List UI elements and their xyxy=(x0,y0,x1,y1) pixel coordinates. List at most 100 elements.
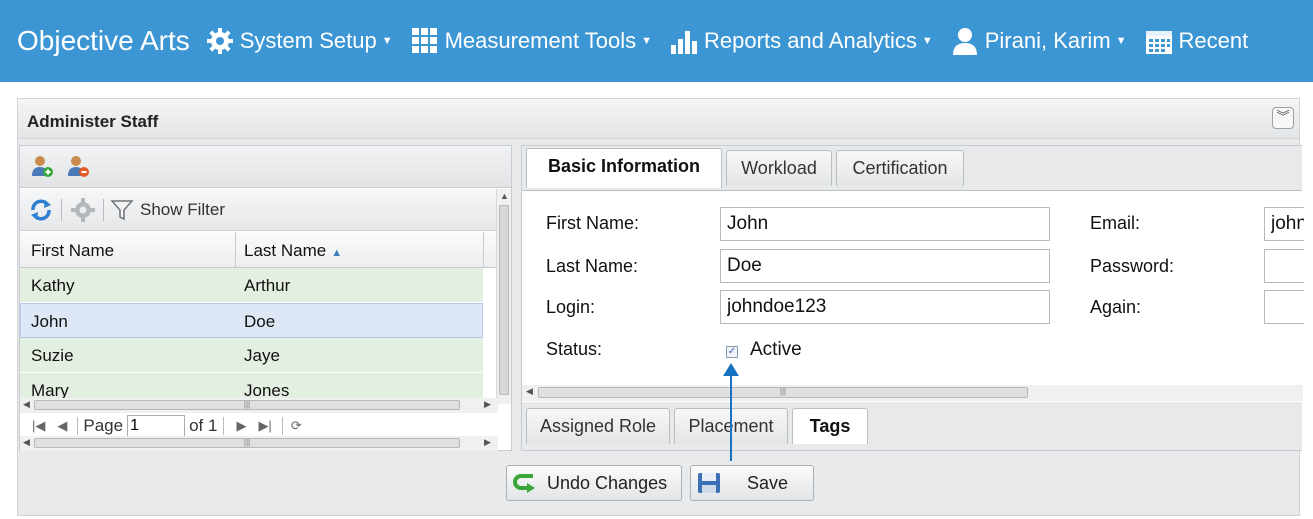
calendar-icon xyxy=(1145,31,1172,54)
reload-icon[interactable]: ⟳ xyxy=(291,418,302,434)
scrollbar-thumb[interactable]: ||| xyxy=(538,387,1028,398)
nav-recent-label: Recent xyxy=(1178,28,1249,53)
scrollbar-thumb[interactable]: ||| xyxy=(34,400,460,410)
double-chevron-down-icon: ︾ xyxy=(1276,109,1290,124)
undo-changes-button[interactable]: Undo Changes xyxy=(506,465,682,501)
cell-last-name: Doe xyxy=(244,312,276,331)
pager-divider xyxy=(223,417,225,435)
grid-rows: Kathy Arthur John Doe Suzie Jaye Mary Jo… xyxy=(20,268,483,398)
column-divider xyxy=(235,232,236,268)
top-navigation-bar: Objective Arts System Setup ▼ Measuremen… xyxy=(0,0,1313,82)
scroll-right-arrow-icon[interactable]: ▶ xyxy=(484,399,491,410)
grid-vertical-scrollbar[interactable]: ▲ xyxy=(496,189,511,404)
cell-first-name: Mary xyxy=(31,381,69,398)
password-again-field[interactable] xyxy=(1264,290,1304,324)
remove-user-icon[interactable] xyxy=(66,154,90,178)
next-page-icon[interactable]: ▶ xyxy=(236,418,246,434)
administer-staff-panel: Administer Staff ︾ Show Filter First Nam… xyxy=(17,98,1304,516)
nav-user-label: Pirani, Karim xyxy=(984,28,1111,53)
brand-title[interactable]: Objective Arts xyxy=(17,25,190,57)
sort-ascending-icon: ▲ xyxy=(331,247,343,259)
login-label: Login: xyxy=(546,297,596,317)
panel-title: Administer Staff xyxy=(27,112,159,131)
detail-tabs: Basic Information Workload Certification xyxy=(522,146,1302,190)
staff-detail-form: Basic Information Workload Certification… xyxy=(521,145,1304,451)
staff-actions-bar xyxy=(20,146,511,188)
chevron-down-icon: ▼ xyxy=(1115,35,1127,47)
tab-workload[interactable]: Workload xyxy=(726,150,832,186)
scroll-left-arrow-icon[interactable]: ◀ xyxy=(23,399,30,410)
scroll-up-arrow-icon[interactable]: ▲ xyxy=(500,191,509,201)
last-page-icon[interactable]: ▶| xyxy=(258,418,271,434)
page-number-input[interactable] xyxy=(127,415,186,437)
toolbar-divider xyxy=(61,198,62,221)
nav-recent[interactable]: Recent xyxy=(1145,27,1249,55)
scrollbar-thumb[interactable] xyxy=(499,205,509,395)
first-page-icon[interactable]: |◀ xyxy=(32,418,45,434)
panel-header: Administer Staff ︾ xyxy=(18,99,1299,139)
scroll-right-arrow-icon[interactable]: ▶ xyxy=(484,437,491,448)
login-field[interactable] xyxy=(720,290,1050,324)
save-button[interactable]: Save xyxy=(690,465,814,501)
grid-bottom-horizontal-scrollbar[interactable]: ◀ ||| ▶ xyxy=(20,436,498,451)
column-header-last-name[interactable]: Last Name ▲ xyxy=(244,241,342,261)
page-of-label: of 1 xyxy=(189,416,218,435)
grid-horizontal-scrollbar[interactable]: ◀ ||| ▶ xyxy=(20,398,498,413)
undo-icon xyxy=(513,474,535,493)
column-header-first-name[interactable]: First Name xyxy=(31,241,114,261)
chevron-down-icon: ▼ xyxy=(641,35,653,47)
user-icon xyxy=(952,28,977,55)
email-field[interactable] xyxy=(1264,207,1304,241)
last-name-field[interactable] xyxy=(720,249,1050,283)
annotation-arrow-head xyxy=(723,363,739,376)
table-row[interactable]: Suzie Jaye xyxy=(20,338,483,373)
basic-information-form: First Name: Last Name: Login: Status: ✓ … xyxy=(522,190,1304,402)
nav-measurement-tools[interactable]: Measurement Tools ▼ xyxy=(411,27,652,55)
undo-changes-label: Undo Changes xyxy=(547,472,668,493)
settings-gear-icon[interactable] xyxy=(71,197,95,222)
show-filter-label[interactable]: Show Filter xyxy=(140,200,225,220)
chevron-down-icon: ▼ xyxy=(921,35,933,47)
chevron-down-icon: ▼ xyxy=(381,35,393,47)
tab-basic-information[interactable]: Basic Information xyxy=(526,148,722,188)
tab-assigned-role[interactable]: Assigned Role xyxy=(526,408,670,444)
active-checkbox-label[interactable]: Active xyxy=(750,339,802,361)
last-name-label: Last Name: xyxy=(546,256,639,276)
nav-reports-analytics-label: Reports and Analytics xyxy=(704,28,917,53)
gear-icon xyxy=(206,28,233,54)
cell-last-name: Jones xyxy=(244,381,290,398)
scroll-left-arrow-icon[interactable]: ◀ xyxy=(23,437,30,448)
table-row[interactable]: Mary Jones xyxy=(20,373,483,398)
first-name-field[interactable] xyxy=(720,207,1050,241)
collapse-button[interactable]: ︾ xyxy=(1272,107,1294,129)
prev-page-icon[interactable]: ◀ xyxy=(57,418,67,434)
floppy-disk-icon xyxy=(698,473,720,493)
annotation-arrow-line xyxy=(730,372,732,461)
cell-first-name: Suzie xyxy=(31,346,74,365)
password-field[interactable] xyxy=(1264,249,1304,283)
nav-measurement-tools-label: Measurement Tools xyxy=(444,28,637,53)
nav-reports-analytics[interactable]: Reports and Analytics ▼ xyxy=(670,27,933,55)
table-row[interactable]: Kathy Arthur xyxy=(20,268,483,303)
tab-tags[interactable]: Tags xyxy=(792,408,868,444)
add-user-icon[interactable] xyxy=(30,154,54,178)
column-header-last-name-text: Last Name xyxy=(244,241,327,260)
nav-user-menu[interactable]: Pirani, Karim ▼ xyxy=(951,27,1127,55)
grid-header: First Name Last Name ▲ xyxy=(20,232,498,268)
column-divider xyxy=(483,232,484,268)
form-horizontal-scrollbar[interactable]: ◀ ||| xyxy=(522,385,1303,401)
grid-toolbar: Show Filter xyxy=(20,189,498,231)
refresh-icon[interactable] xyxy=(29,198,53,222)
scroll-left-arrow-icon[interactable]: ◀ xyxy=(526,386,533,397)
staff-grid: Show Filter First Name Last Name ▲ Kathy … xyxy=(19,145,512,451)
scrollbar-thumb[interactable]: ||| xyxy=(34,438,460,448)
tab-certification[interactable]: Certification xyxy=(836,150,964,186)
bar-chart-icon xyxy=(671,31,698,54)
filter-icon[interactable] xyxy=(110,198,134,222)
table-row-selected[interactable]: John Doe xyxy=(20,303,483,338)
cell-first-name: John xyxy=(31,312,68,331)
nav-system-setup[interactable]: System Setup ▼ xyxy=(206,27,393,55)
active-checkbox[interactable]: ✓ xyxy=(726,346,738,358)
toolbar-divider xyxy=(103,198,104,221)
pager-divider xyxy=(77,417,79,435)
